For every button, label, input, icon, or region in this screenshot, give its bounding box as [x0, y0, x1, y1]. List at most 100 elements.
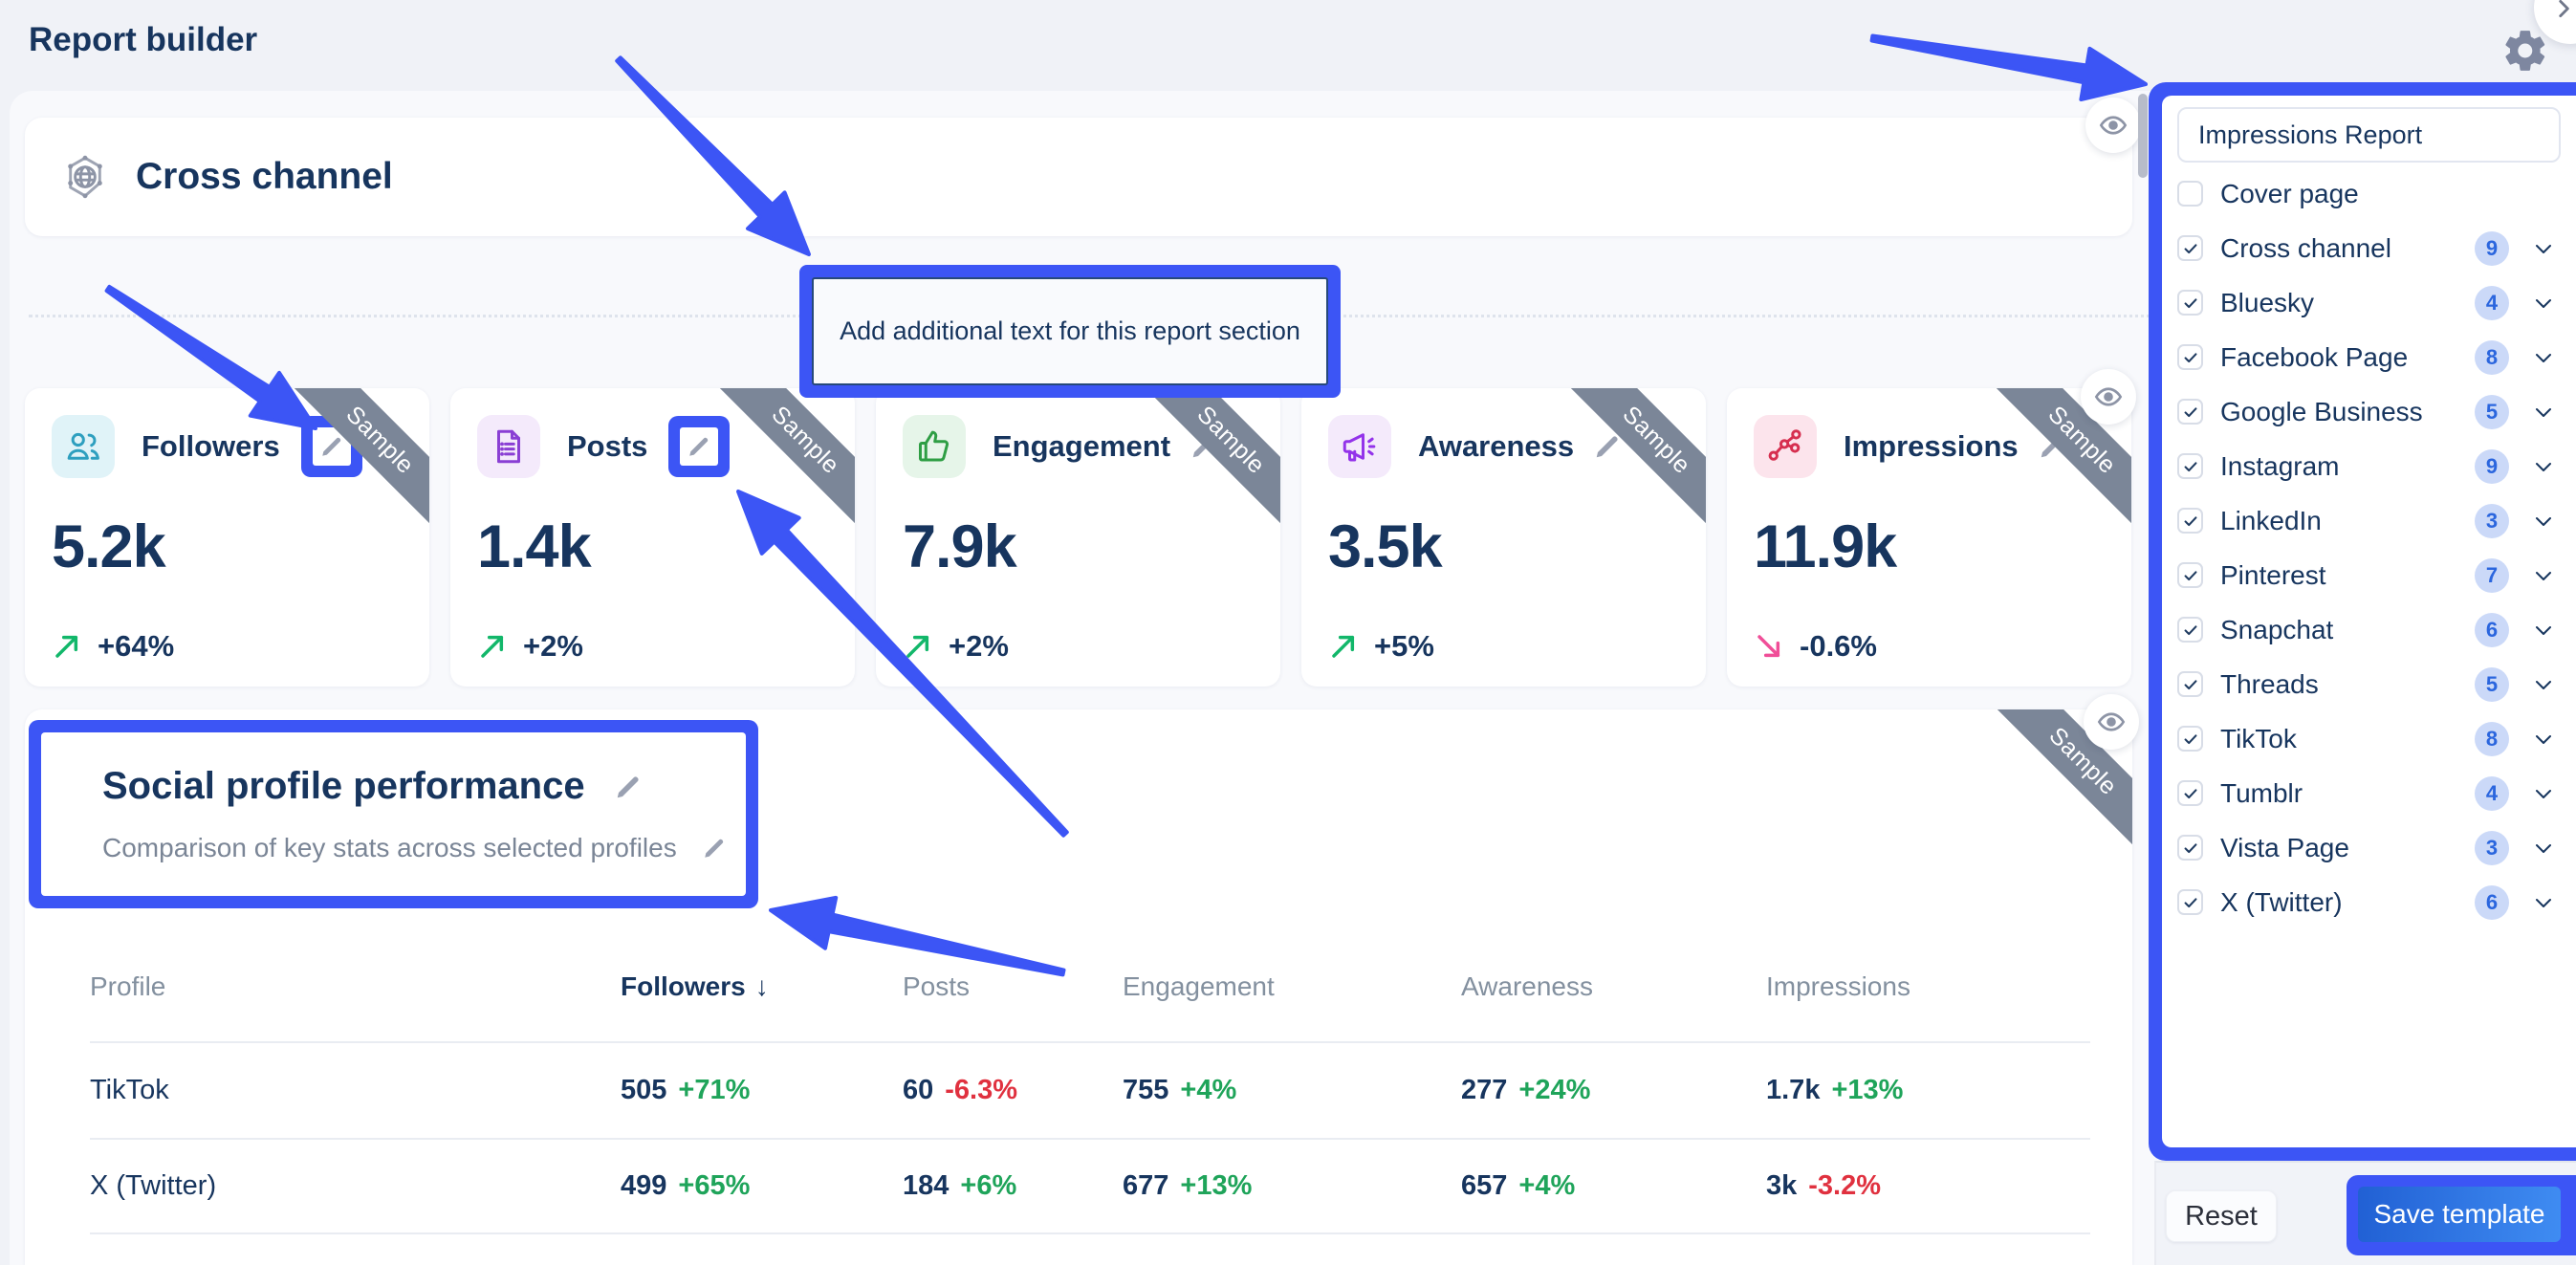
cell-value: 505 [621, 1075, 666, 1106]
metric-cell: 505+71% [621, 1075, 903, 1106]
add-section-text-button[interactable]: Add additional text for this report sect… [812, 277, 1328, 385]
section-count-badge: 7 [2475, 558, 2509, 593]
cell-value: 499 [621, 1170, 666, 1202]
chevron-down-icon[interactable] [2532, 455, 2555, 478]
chevron-down-icon[interactable] [2532, 619, 2555, 642]
metric-cell: 277+24% [1461, 1075, 1766, 1106]
annotation-box-edit-pencil [301, 416, 362, 477]
section-count-badge: 4 [2475, 286, 2509, 320]
chevron-down-icon[interactable] [2532, 837, 2555, 860]
toggle-visibility-eye-icon[interactable] [2085, 98, 2141, 153]
annotation-box-save-template: Save template [2347, 1175, 2576, 1255]
chevron-down-icon[interactable] [2532, 401, 2555, 424]
section-label: Snapchat [2220, 615, 2475, 645]
chevron-down-icon[interactable] [2532, 728, 2555, 751]
report-name-input[interactable] [2177, 107, 2561, 163]
metric-value: 5.2k [52, 513, 403, 581]
followers-people-icon [63, 426, 103, 467]
sidebar-section-facebook-page[interactable]: Facebook Page 8 [2177, 330, 2561, 384]
trend-up-arrow-icon [903, 631, 933, 662]
trend-up-arrow-icon [1328, 631, 1359, 662]
scrollbar-thumb[interactable] [2138, 94, 2148, 178]
sidebar-section-vista-page[interactable]: Vista Page 3 [2177, 820, 2561, 875]
edit-metric-pencil-icon[interactable] [680, 427, 718, 466]
sidebar-section-bluesky[interactable]: Bluesky 4 [2177, 275, 2561, 330]
sidebar-section-cover-page[interactable]: Cover page [2177, 166, 2561, 221]
annotation-box-edit-pencil [668, 416, 730, 477]
section-checkbox[interactable] [2177, 344, 2203, 370]
section-label: Threads [2220, 669, 2475, 700]
chevron-down-icon[interactable] [2532, 237, 2555, 260]
metric-cell: 1.7k+13% [1766, 1075, 2090, 1106]
settings-gear-icon[interactable] [2501, 27, 2549, 75]
chevron-down-icon[interactable] [2532, 292, 2555, 315]
column-header-impressions[interactable]: Impressions [1766, 971, 2090, 1002]
sidebar-section-google-business[interactable]: Google Business 5 [2177, 384, 2561, 439]
edit-metric-pencil-icon[interactable] [313, 427, 351, 466]
section-checkbox[interactable] [2177, 181, 2203, 207]
section-count-badge: 5 [2475, 395, 2509, 429]
section-count-badge: 5 [2475, 667, 2509, 702]
section-checkbox[interactable] [2177, 290, 2203, 316]
section-checkbox[interactable] [2177, 780, 2203, 806]
edit-title-pencil-icon[interactable] [614, 773, 643, 801]
edit-metric-pencil-icon[interactable] [1593, 432, 1622, 461]
section-count-badge: 3 [2475, 831, 2509, 865]
metric-label: Engagement [993, 429, 1170, 464]
section-checkbox[interactable] [2177, 671, 2203, 697]
metric-trend: +5% [1328, 629, 1679, 664]
section-checkbox[interactable] [2177, 453, 2203, 479]
sidebar-section-instagram[interactable]: Instagram 9 [2177, 439, 2561, 493]
chevron-down-icon[interactable] [2532, 346, 2555, 369]
sidebar-section-snapchat[interactable]: Snapchat 6 [2177, 602, 2561, 657]
section-checkbox[interactable] [2177, 726, 2203, 752]
section-checkbox[interactable] [2177, 835, 2203, 861]
section-checkbox[interactable] [2177, 399, 2203, 425]
metric-card: Sample Engagement 7.9k +2% [876, 388, 1280, 687]
section-checkbox[interactable] [2177, 508, 2203, 534]
cell-value: 277 [1461, 1075, 1507, 1106]
edit-subtitle-pencil-icon[interactable] [702, 836, 727, 861]
metric-cell: 677+13% [1123, 1170, 1461, 1202]
section-checkbox[interactable] [2177, 889, 2203, 915]
column-header-awareness[interactable]: Awareness [1461, 971, 1766, 1002]
metric-icon-chip [477, 415, 540, 478]
section-checkbox[interactable] [2177, 617, 2203, 643]
reset-button[interactable]: Reset [2166, 1190, 2277, 1242]
metric-card: Sample Awareness 3.5k +5% [1301, 388, 1706, 687]
chevron-down-icon[interactable] [2532, 564, 2555, 587]
section-checkbox[interactable] [2177, 235, 2203, 261]
chevron-down-icon[interactable] [2532, 510, 2555, 533]
metric-label: Followers [142, 429, 280, 464]
cell-change: +6% [960, 1170, 1016, 1202]
metric-change: +2% [523, 629, 583, 664]
toggle-visibility-eye-icon[interactable] [2081, 369, 2136, 425]
cell-value: 1.7k [1766, 1075, 1820, 1106]
sidebar-section-threads[interactable]: Threads 5 [2177, 657, 2561, 711]
toggle-visibility-eye-icon[interactable] [2084, 694, 2139, 750]
save-template-button[interactable]: Save template [2358, 1187, 2561, 1242]
column-header-profile[interactable]: Profile [90, 971, 621, 1002]
metric-change: +2% [949, 629, 1009, 664]
sidebar-section-cross-channel[interactable]: Cross channel 9 [2177, 221, 2561, 275]
report-sections-list: Cover page Cross channel 9 Bluesky 4 Fac… [2177, 166, 2561, 929]
column-header-engagement[interactable]: Engagement [1123, 971, 1461, 1002]
sidebar-section-linkedin[interactable]: LinkedIn 3 [2177, 493, 2561, 548]
chevron-down-icon[interactable] [2532, 673, 2555, 696]
metric-icon-chip [1754, 415, 1817, 478]
section-count-badge: 4 [2475, 776, 2509, 811]
impressions-share-icon [1765, 426, 1805, 467]
cross-channel-section-header: Cross channel [25, 118, 2132, 236]
sidebar-section-pinterest[interactable]: Pinterest 7 [2177, 548, 2561, 602]
column-header-followers[interactable]: Followers↓ [621, 971, 903, 1002]
chevron-down-icon[interactable] [2532, 782, 2555, 805]
section-checkbox[interactable] [2177, 562, 2203, 588]
chevron-down-icon[interactable] [2532, 891, 2555, 914]
edit-metric-pencil-icon[interactable] [2038, 432, 2066, 461]
sidebar-section-x-twitter-[interactable]: X (Twitter) 6 [2177, 875, 2561, 929]
edit-metric-pencil-icon[interactable] [1190, 432, 1218, 461]
sidebar-section-tumblr[interactable]: Tumblr 4 [2177, 766, 2561, 820]
column-header-posts[interactable]: Posts [903, 971, 1123, 1002]
annotation-box-sidebar: Cover page Cross channel 9 Bluesky 4 Fac… [2149, 82, 2576, 1161]
sidebar-section-tiktok[interactable]: TikTok 8 [2177, 711, 2561, 766]
